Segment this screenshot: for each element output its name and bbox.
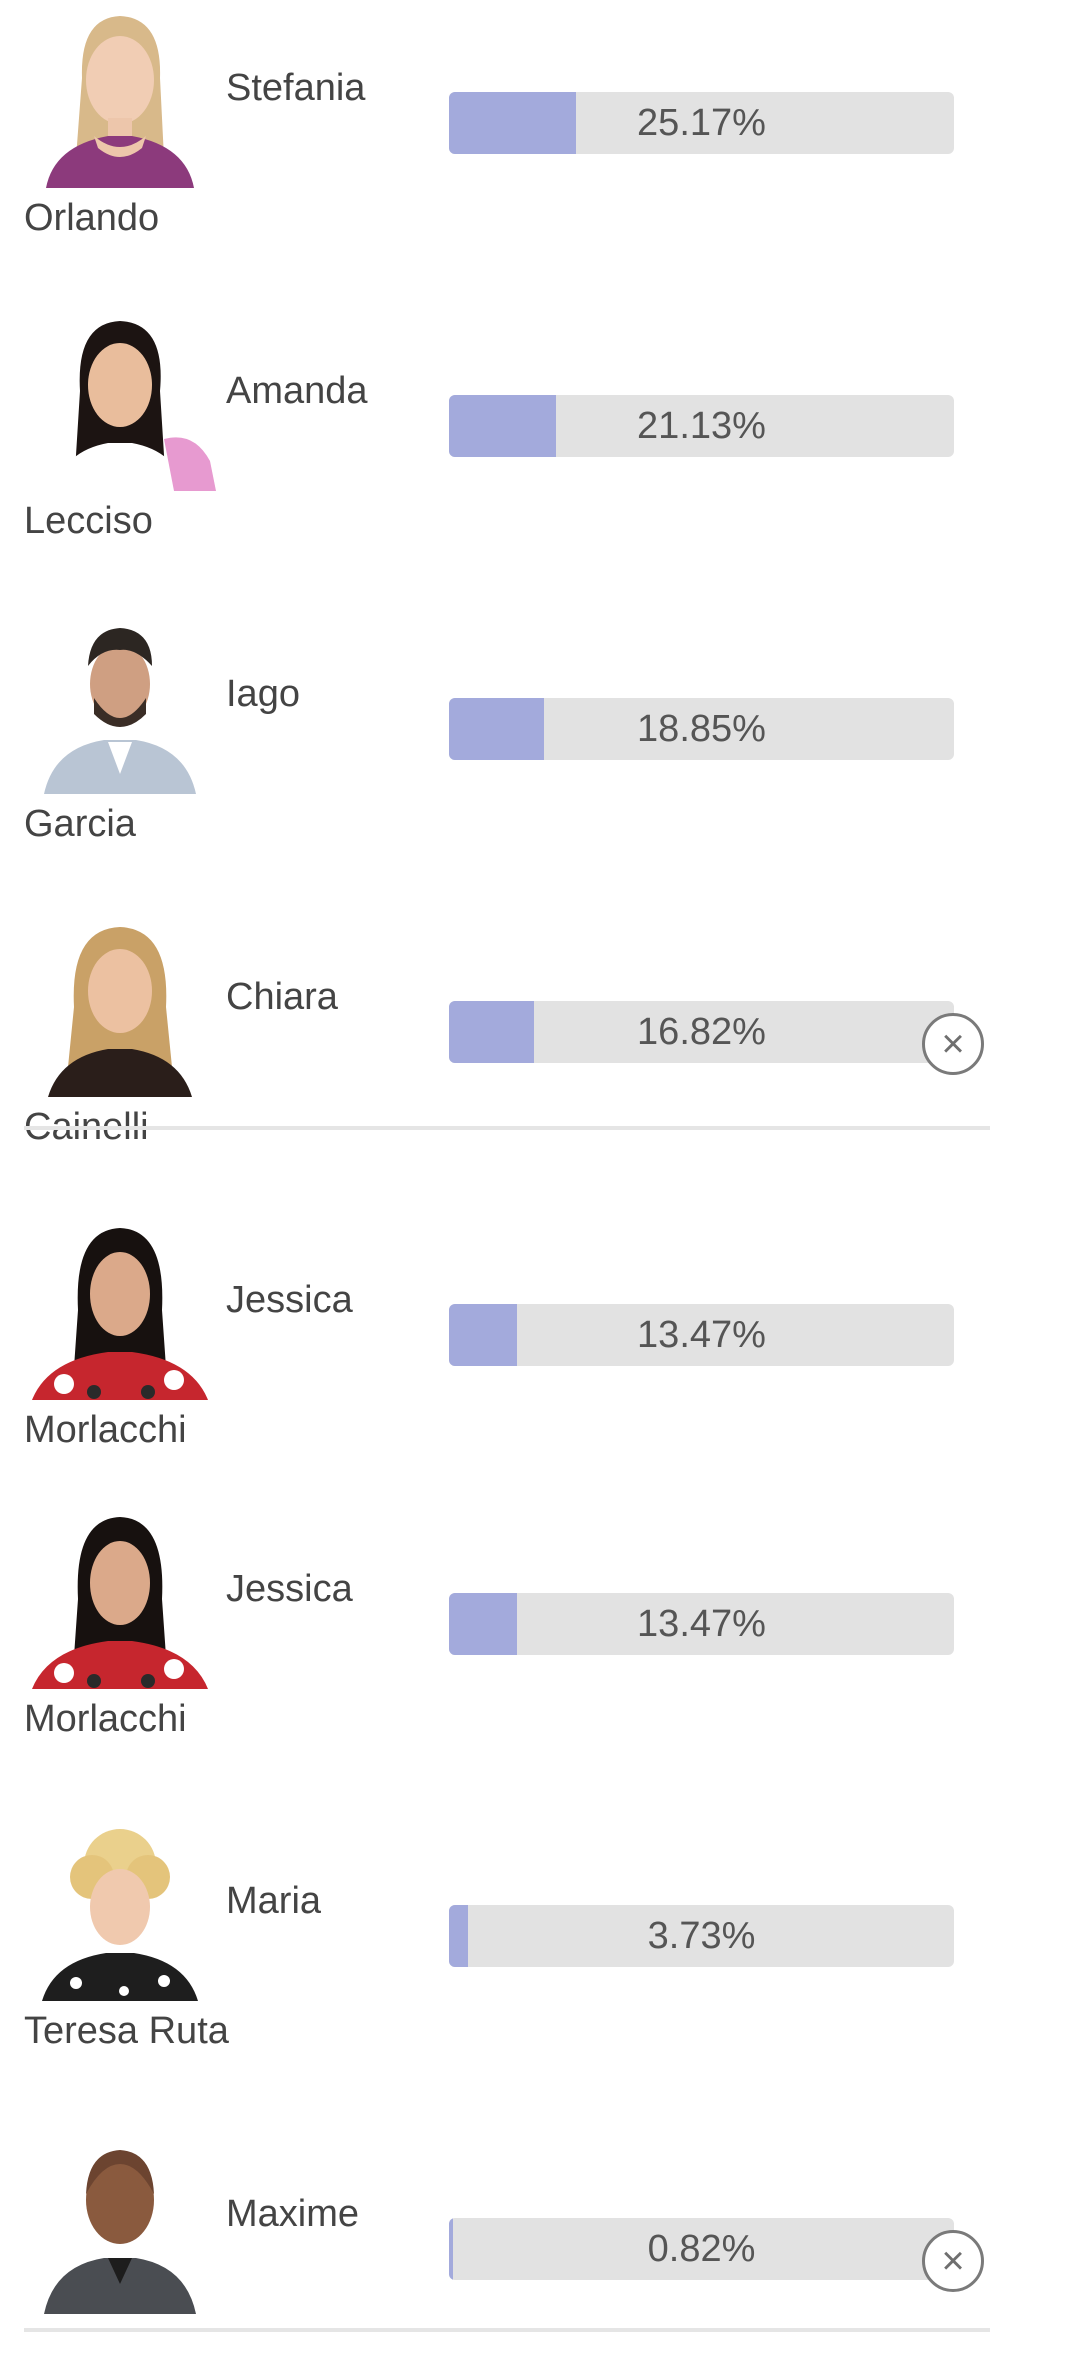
close-icon[interactable]: × [922,2230,984,2292]
candidate-first-name: Jessica [226,1279,353,1321]
candidate-last-name: Morlacchi [24,1698,187,1740]
candidate-photo [24,1220,216,1400]
candidate-row-stefania-orlando: Stefania Orlando 25.17% [0,0,1075,250]
candidate-row-chiara-cainelli: Chiara Cainelli 16.82% × [0,909,1075,1159]
candidate-last-name: Lecciso [24,500,153,542]
candidate-last-name: Orlando [24,197,160,239]
candidate-row-amanda-lecciso: Amanda Lecciso 21.13% [0,303,1075,553]
divider [24,2328,990,2332]
vote-percentage: 21.13% [637,404,766,447]
candidate-first-name: Iago [226,673,300,715]
candidate-first-name: Stefania [226,67,366,109]
candidate-photo [24,2134,216,2314]
candidate-first-name: Jessica [226,1568,353,1610]
vote-percentage: 25.17% [637,101,766,144]
candidate-first-name: Amanda [226,370,368,412]
candidate-row-maria-teresa-ruta: Maria Teresa Ruta 3.73% [0,1813,1075,2063]
candidate-row-maxime: Maxime 0.82% × [0,2126,1075,2376]
candidate-row-iago-garcia: Iago Garcia 18.85% [0,606,1075,856]
vote-percentage: 13.47% [637,1602,766,1645]
vote-bar: 16.82% [449,1001,954,1063]
candidate-photo [24,614,216,794]
vote-bar: 25.17% [449,92,954,154]
vote-bar: 0.82% [449,2218,954,2280]
vote-bar: 13.47% [449,1593,954,1655]
candidate-last-name: Morlacchi [24,1409,187,1451]
vote-percentage: 3.73% [647,1914,756,1957]
candidate-last-name: Teresa Ruta [24,2010,229,2052]
poll-results: Stefania Orlando 25.17% Amanda Lecciso 2… [0,0,1075,2332]
vote-percentage: 0.82% [647,2227,756,2270]
candidate-photo [24,8,216,188]
vote-bar: 21.13% [449,395,954,457]
candidate-photo [24,311,216,491]
close-icon[interactable]: × [922,1013,984,1075]
candidate-photo [24,1821,216,2001]
candidate-first-name: Maxime [226,2193,360,2235]
candidate-first-name: Maria [226,1880,322,1922]
candidate-first-name: Chiara [226,976,338,1018]
vote-bar: 3.73% [449,1905,954,1967]
candidate-row-jessica-morlacchi-2: Jessica Morlacchi 13.47% [0,1501,1075,1751]
candidate-last-name: Garcia [24,803,136,845]
vote-percentage: 18.85% [637,707,766,750]
vote-percentage: 13.47% [637,1313,766,1356]
vote-bar: 18.85% [449,698,954,760]
candidate-photo [24,917,216,1097]
vote-bar: 13.47% [449,1304,954,1366]
candidate-row-jessica-morlacchi: Jessica Morlacchi 13.47% [0,1212,1075,1462]
vote-percentage: 16.82% [637,1010,766,1053]
divider [24,1126,990,1130]
candidate-photo [24,1509,216,1689]
